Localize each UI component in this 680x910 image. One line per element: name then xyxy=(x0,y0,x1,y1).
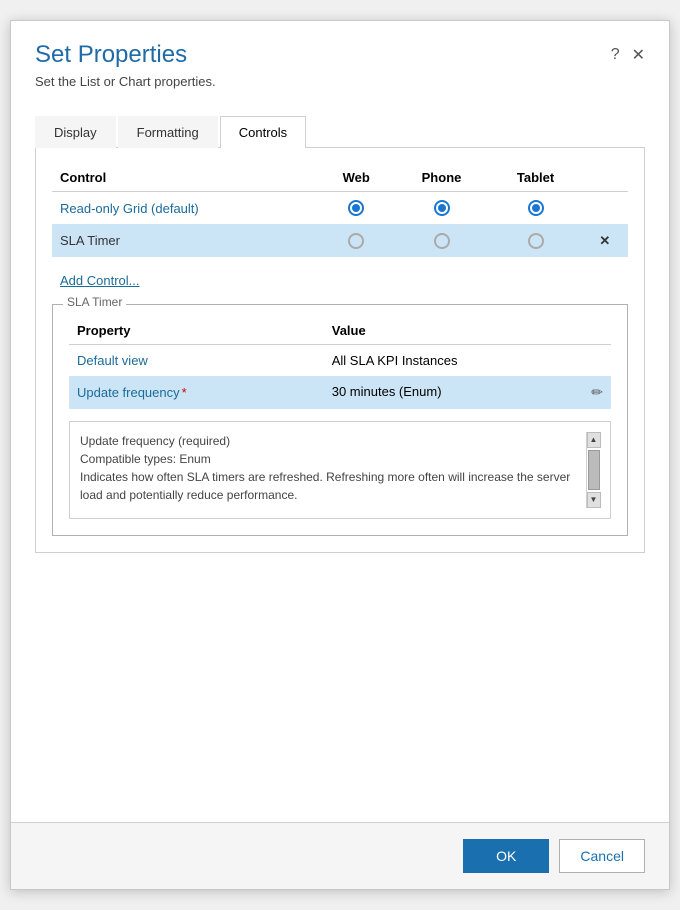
read-only-grid-link[interactable]: Read-only Grid (default) xyxy=(60,201,199,216)
delete-row-button[interactable]: ✕ xyxy=(582,224,628,257)
dialog-title: Set Properties xyxy=(35,41,611,70)
dialog-body: Display Formatting Controls Control Web … xyxy=(11,99,669,822)
col-property: Property xyxy=(69,317,324,345)
tabs-bar: Display Formatting Controls xyxy=(35,115,645,148)
scrollbar: ▲ ▼ xyxy=(586,432,600,508)
dialog-subtitle: Set the List or Chart properties. xyxy=(35,74,611,89)
controls-panel: Control Web Phone Tablet Read-only Grid … xyxy=(35,148,645,553)
phone-radio-cell-1[interactable] xyxy=(393,191,489,224)
scroll-down-button[interactable]: ▼ xyxy=(587,492,601,508)
close-icon[interactable]: ✕ xyxy=(632,45,645,65)
edit-icon[interactable]: ✏ xyxy=(591,384,603,401)
control-table: Control Web Phone Tablet Read-only Grid … xyxy=(52,164,628,257)
control-name-cell: Read-only Grid (default) xyxy=(52,191,319,224)
add-control-link[interactable]: Add Control... xyxy=(60,273,140,288)
col-control: Control xyxy=(52,164,319,192)
col-value: Value xyxy=(324,317,611,345)
web-radio-cell-1[interactable] xyxy=(319,191,394,224)
col-web: Web xyxy=(319,164,394,192)
ok-button[interactable]: OK xyxy=(463,839,549,873)
sla-timer-legend: SLA Timer xyxy=(63,295,126,309)
description-content: Update frequency (required)Compatible ty… xyxy=(80,434,570,502)
scroll-thumb[interactable] xyxy=(588,450,600,490)
cancel-button[interactable]: Cancel xyxy=(559,839,645,873)
table-row: SLA Timer ✕ xyxy=(52,224,628,257)
col-phone: Phone xyxy=(393,164,489,192)
default-view-link[interactable]: Default view xyxy=(77,353,148,368)
web-radio-cell-2[interactable] xyxy=(319,224,394,257)
default-view-value-cell: All SLA KPI Instances xyxy=(324,344,611,376)
tab-controls[interactable]: Controls xyxy=(220,116,306,148)
help-icon[interactable]: ? xyxy=(611,46,620,64)
update-freq-value-cell: 30 minutes (Enum) ✏ xyxy=(324,376,611,409)
set-properties-dialog: Set Properties Set the List or Chart pro… xyxy=(10,20,670,890)
required-star: * xyxy=(182,385,187,400)
table-row: Default view All SLA KPI Instances xyxy=(69,344,611,376)
tablet-radio-1[interactable] xyxy=(528,200,544,216)
web-radio-1[interactable] xyxy=(348,200,364,216)
sla-timer-fieldset: SLA Timer Property Value Default view xyxy=(52,304,628,536)
dialog-header: Set Properties Set the List or Chart pro… xyxy=(11,21,669,99)
dialog-title-area: Set Properties Set the List or Chart pro… xyxy=(35,41,611,89)
description-area: Update frequency (required)Compatible ty… xyxy=(69,421,611,519)
tablet-radio-2[interactable] xyxy=(528,233,544,249)
description-text: Update frequency (required)Compatible ty… xyxy=(80,432,586,508)
phone-radio-cell-2[interactable] xyxy=(393,224,489,257)
scroll-up-button[interactable]: ▲ xyxy=(587,432,601,448)
col-tablet: Tablet xyxy=(490,164,582,192)
default-view-name-cell: Default view xyxy=(69,344,324,376)
web-radio-2[interactable] xyxy=(348,233,364,249)
property-table: Property Value Default view All SLA KPI … xyxy=(69,317,611,409)
tablet-radio-cell-2[interactable] xyxy=(490,224,582,257)
sla-timer-label: SLA Timer xyxy=(60,233,120,248)
update-frequency-link[interactable]: Update frequency* xyxy=(77,385,187,400)
table-row: Update frequency* 30 minutes (Enum) ✏ xyxy=(69,376,611,409)
tab-display[interactable]: Display xyxy=(35,116,116,148)
sla-timer-name-cell: SLA Timer xyxy=(52,224,319,257)
dialog-header-icons: ? ✕ xyxy=(611,41,645,65)
phone-radio-2[interactable] xyxy=(434,233,450,249)
table-row: Read-only Grid (default) xyxy=(52,191,628,224)
dialog-footer: OK Cancel xyxy=(11,822,669,889)
tab-formatting[interactable]: Formatting xyxy=(118,116,218,148)
tablet-radio-cell-1[interactable] xyxy=(490,191,582,224)
update-freq-name-cell: Update frequency* xyxy=(69,376,324,409)
phone-radio-1[interactable] xyxy=(434,200,450,216)
